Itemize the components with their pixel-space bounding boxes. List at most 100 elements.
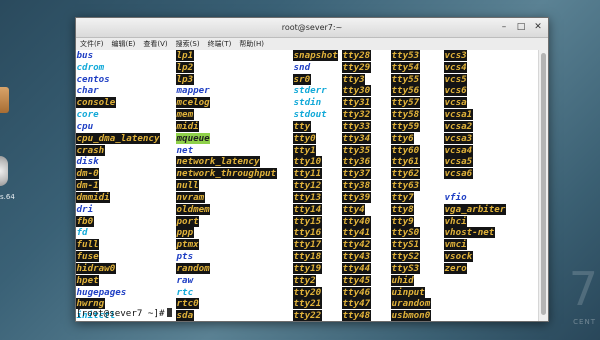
ls-entry: disk: [76, 156, 160, 168]
ls-entry-name: zero: [444, 262, 468, 274]
ls-entry: [444, 180, 506, 192]
minimize-button[interactable]: –: [498, 21, 510, 33]
ls-entry: core: [76, 109, 160, 121]
ls-entry: tty1: [293, 144, 338, 157]
menu-file[interactable]: 文件(F): [80, 38, 104, 50]
ls-entry-name: pts: [176, 251, 194, 263]
terminal-output[interactable]: vcs3 vcs4 vcs5 vcs6 vcsa vcsa1 vcsa2 vcsa3 vcsa4…: [76, 50, 539, 321]
ls-entry: tty9: [391, 215, 431, 228]
ls-entry: crash: [76, 144, 160, 157]
shell-prompt[interactable]: [root@sever7 ~]#: [76, 308, 172, 320]
ls-entry: mcelog: [176, 97, 277, 109]
ls-entry-name: vga_arbiter: [444, 203, 506, 215]
ls-entry: tty8: [391, 203, 431, 216]
ls-entry-name: uinput: [391, 286, 426, 298]
ls-entry: tty3: [342, 73, 371, 86]
menu-edit[interactable]: 编辑(E): [112, 38, 136, 50]
window-titlebar[interactable]: root@sever7:~ – □ ✕: [76, 18, 548, 38]
ls-entry-name: raw: [176, 274, 194, 286]
ls-entry-name: ppp: [176, 227, 194, 239]
ls-entry-name: midi: [176, 120, 200, 132]
ls-entry: tty10: [293, 156, 338, 168]
scrollbar-thumb[interactable]: [541, 53, 546, 315]
ls-entry-name: crash: [76, 144, 105, 156]
ls-entry-name: stdout: [293, 109, 327, 121]
ls-entry: dmmidi: [76, 191, 160, 204]
ls-entry-name: tty19: [293, 262, 322, 274]
ls-entry: raw: [176, 275, 277, 287]
menu-search[interactable]: 搜索(S): [176, 38, 200, 50]
ls-entry: uinput: [391, 286, 431, 299]
ls-entry-name: null: [176, 180, 200, 192]
ls-entry: tty40: [342, 215, 371, 228]
ls-entry-name: console: [76, 97, 116, 109]
ls-entry-name: tty8: [391, 203, 415, 215]
window-controls: – □ ✕: [498, 21, 544, 33]
terminal-window: root@sever7:~ – □ ✕ 文件(F) 编辑(E) 查看(V) 搜索…: [75, 17, 549, 322]
ls-entry: tty4: [342, 203, 371, 216]
ls-entry-name: tty30: [342, 85, 371, 97]
close-button[interactable]: ✕: [532, 21, 544, 33]
menu-help[interactable]: 帮助(H): [239, 38, 264, 50]
ls-entry-name: tty13: [293, 191, 322, 203]
ls-entry-name: vcs3: [444, 50, 468, 61]
ls-entry-name: dmmidi: [76, 191, 111, 203]
ls-entry-name: tty9: [391, 215, 415, 227]
ls-entry-name: net: [176, 144, 194, 156]
ls-entry-name: rtc0: [176, 298, 200, 310]
ls-entry: tty2: [293, 274, 338, 287]
ls-entry-name: ptmx: [176, 239, 200, 251]
ls-entry: tty21: [293, 298, 338, 310]
ls-entry-name: mem: [176, 109, 194, 121]
ls-entry: mqueue: [176, 132, 277, 145]
ls-entry-name: char: [76, 85, 99, 97]
ls-entry-name: ttyS3: [391, 262, 420, 274]
ls-entry-name: cdrom: [76, 61, 105, 73]
ls-entry-name: centos: [76, 73, 110, 85]
ls-entry-name: tty38: [342, 180, 371, 192]
vertical-scrollbar[interactable]: [538, 50, 548, 321]
ls-entry: tty48: [342, 310, 371, 321]
ls-entry: tty37: [342, 168, 371, 180]
ls-entry-name: mapper: [176, 85, 210, 97]
ls-entry: stdout: [293, 109, 338, 121]
ls-entry-name: full: [76, 239, 100, 251]
ls-entry: pts: [176, 251, 277, 263]
ls-entry-name: tty35: [342, 144, 371, 156]
ls-entry: vhost-net: [444, 227, 506, 239]
ls-entry-name: tty4: [342, 203, 366, 215]
ls-entry: dm-1: [76, 180, 160, 192]
maximize-button[interactable]: □: [515, 21, 527, 33]
ls-entry: vhci: [444, 215, 506, 228]
ls-column: tty28 tty29 tty3 tty30 tty31 tty32 tty33 tty34 t…: [342, 50, 371, 321]
ls-entry: mem: [176, 109, 277, 121]
ls-entry-name: tty54: [391, 61, 420, 73]
ls-entry-name: tty45: [342, 274, 371, 286]
ls-entry: vcs4: [444, 61, 506, 74]
ls-entry-name: tty0: [293, 132, 317, 144]
ls-entry-name: tty11: [293, 168, 322, 180]
ls-entry-name: tty: [293, 120, 311, 132]
ls-entry-name: lp1: [176, 50, 194, 61]
ls-entry-name: sr0: [293, 73, 311, 85]
ls-entry: dri: [76, 204, 160, 216]
ls-entry-name: vcsa5: [444, 156, 473, 168]
ls-entry-name: [444, 180, 445, 191]
ls-entry: null: [176, 180, 277, 192]
folder-icon[interactable]: [0, 87, 9, 113]
ls-entry: tty20: [293, 286, 338, 299]
ls-entry-name: tty32: [342, 109, 371, 121]
menu-view[interactable]: 查看(V): [143, 38, 167, 50]
menu-terminal[interactable]: 终端(T): [208, 38, 232, 50]
ls-entry-name: vcs5: [444, 73, 468, 85]
ls-entry: tty38: [342, 180, 371, 192]
ls-column: bus cdrom centos char console core cpu cpu_dma_…: [76, 50, 160, 321]
ls-entry: fb0: [76, 215, 160, 228]
ls-entry: ppp: [176, 227, 277, 239]
ls-entry: ptmx: [176, 239, 277, 251]
ls-entry: tty57: [391, 97, 431, 109]
disc-icon[interactable]: [0, 156, 8, 186]
ls-entry: ttyS0: [391, 227, 431, 239]
ls-entry: vcsa4: [444, 144, 506, 157]
ls-entry-name: vmci: [444, 239, 468, 251]
